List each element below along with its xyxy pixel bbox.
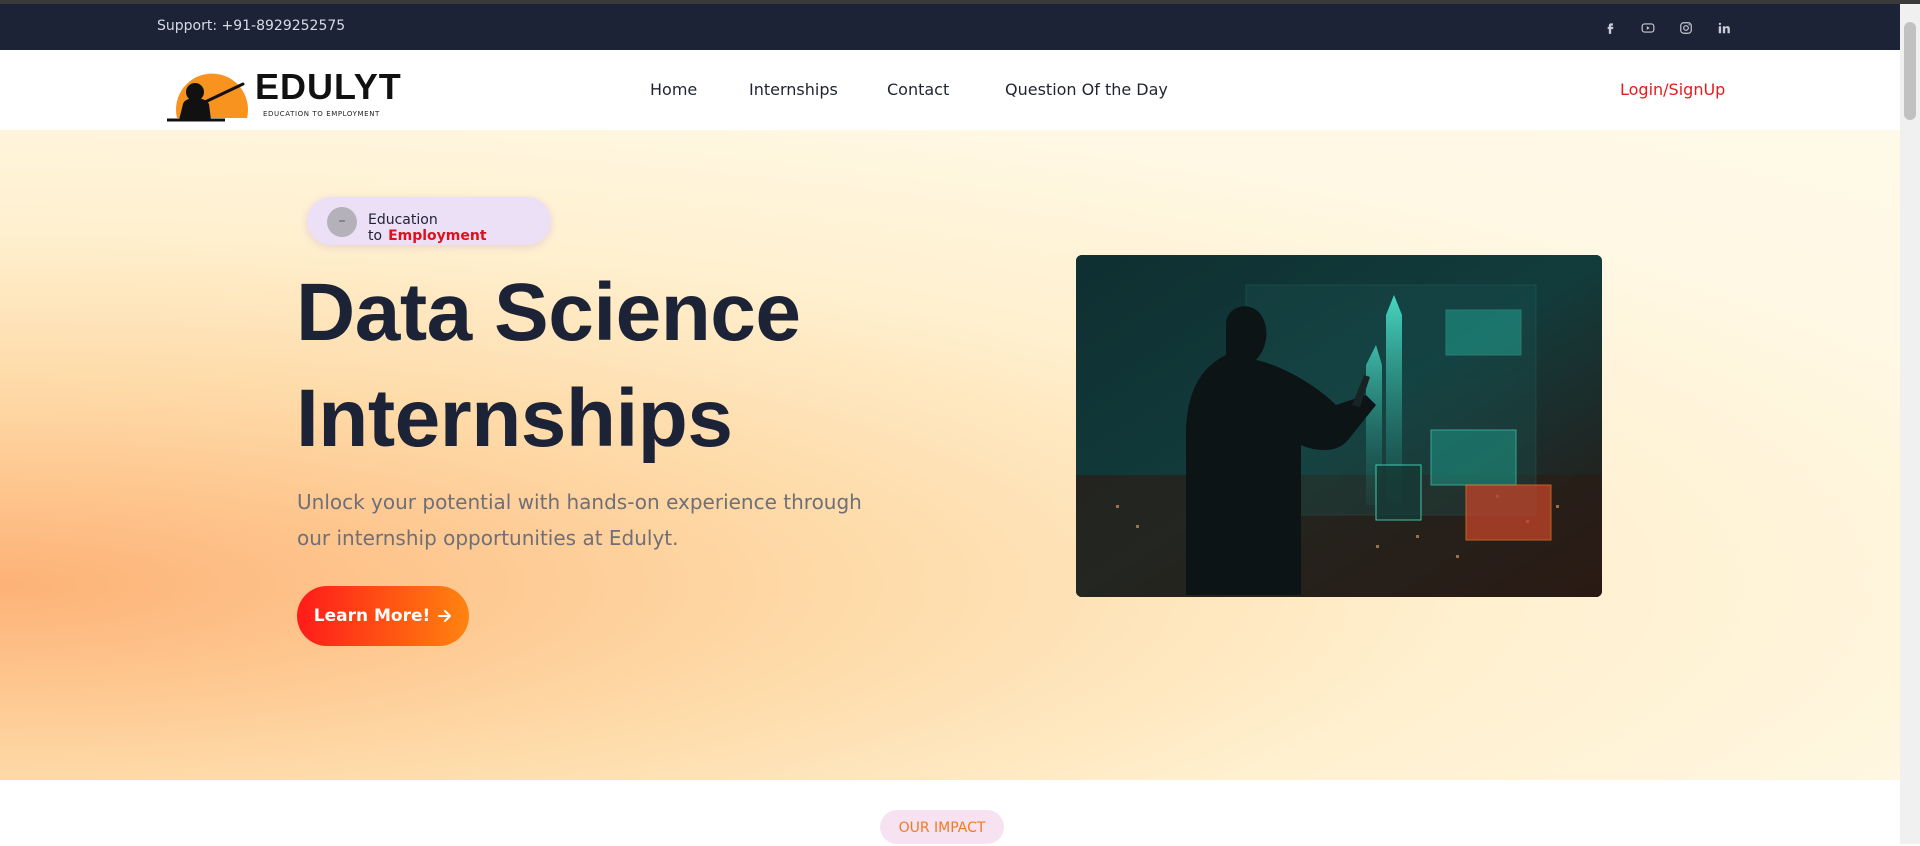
badge-text: Education to Employment [368, 212, 551, 244]
brand-name: EDULYT [255, 66, 402, 107]
page-scrollbar[interactable] [1900, 4, 1920, 844]
logo-mark-icon [167, 73, 248, 122]
learn-more-button[interactable]: Learn More! [297, 586, 469, 646]
hero-description: Unlock your potential with hands-on expe… [297, 490, 862, 550]
hero-title-line1: Data Science [296, 267, 801, 358]
instagram-icon[interactable] [1676, 18, 1696, 38]
brand-tagline: EDUCATION TO EMPLOYMENT [263, 110, 380, 118]
badge-dash-icon: – [327, 207, 357, 237]
hero-title: Data Science Internships [296, 260, 801, 472]
badge-emphasis: Employment [388, 228, 487, 244]
nav-internships[interactable]: Internships [749, 80, 838, 99]
top-bar: Support: +91-8929252575 [0, 4, 1900, 50]
main-navbar: EDULYT EDUCATION TO EMPLOYMENT Home Inte… [0, 50, 1900, 130]
login-signup-link[interactable]: Login/SignUp [1620, 80, 1725, 99]
nav-home[interactable]: Home [650, 80, 697, 99]
our-impact-badge: OUR IMPACT [880, 810, 1004, 844]
nav-contact[interactable]: Contact [887, 80, 949, 99]
hero-section: – Education to Employment Data Science In… [0, 130, 1900, 780]
facebook-icon[interactable] [1600, 18, 1620, 38]
support-phone: Support: +91-8929252575 [157, 18, 346, 34]
hero-title-line2: Internships [296, 373, 733, 464]
hero-badge: – Education to Employment [307, 197, 551, 245]
hero-image-man-touching-data-screen [1076, 255, 1602, 597]
arrow-right-icon [438, 610, 452, 622]
youtube-icon[interactable] [1638, 18, 1658, 38]
learn-more-label: Learn More! [313, 606, 431, 626]
nav-question-of-the-day[interactable]: Question Of the Day [1005, 80, 1168, 99]
edulyt-logo[interactable]: EDULYT EDUCATION TO EMPLOYMENT [165, 60, 405, 122]
linkedin-icon[interactable] [1714, 18, 1734, 38]
scrollbar-thumb[interactable] [1904, 22, 1916, 120]
